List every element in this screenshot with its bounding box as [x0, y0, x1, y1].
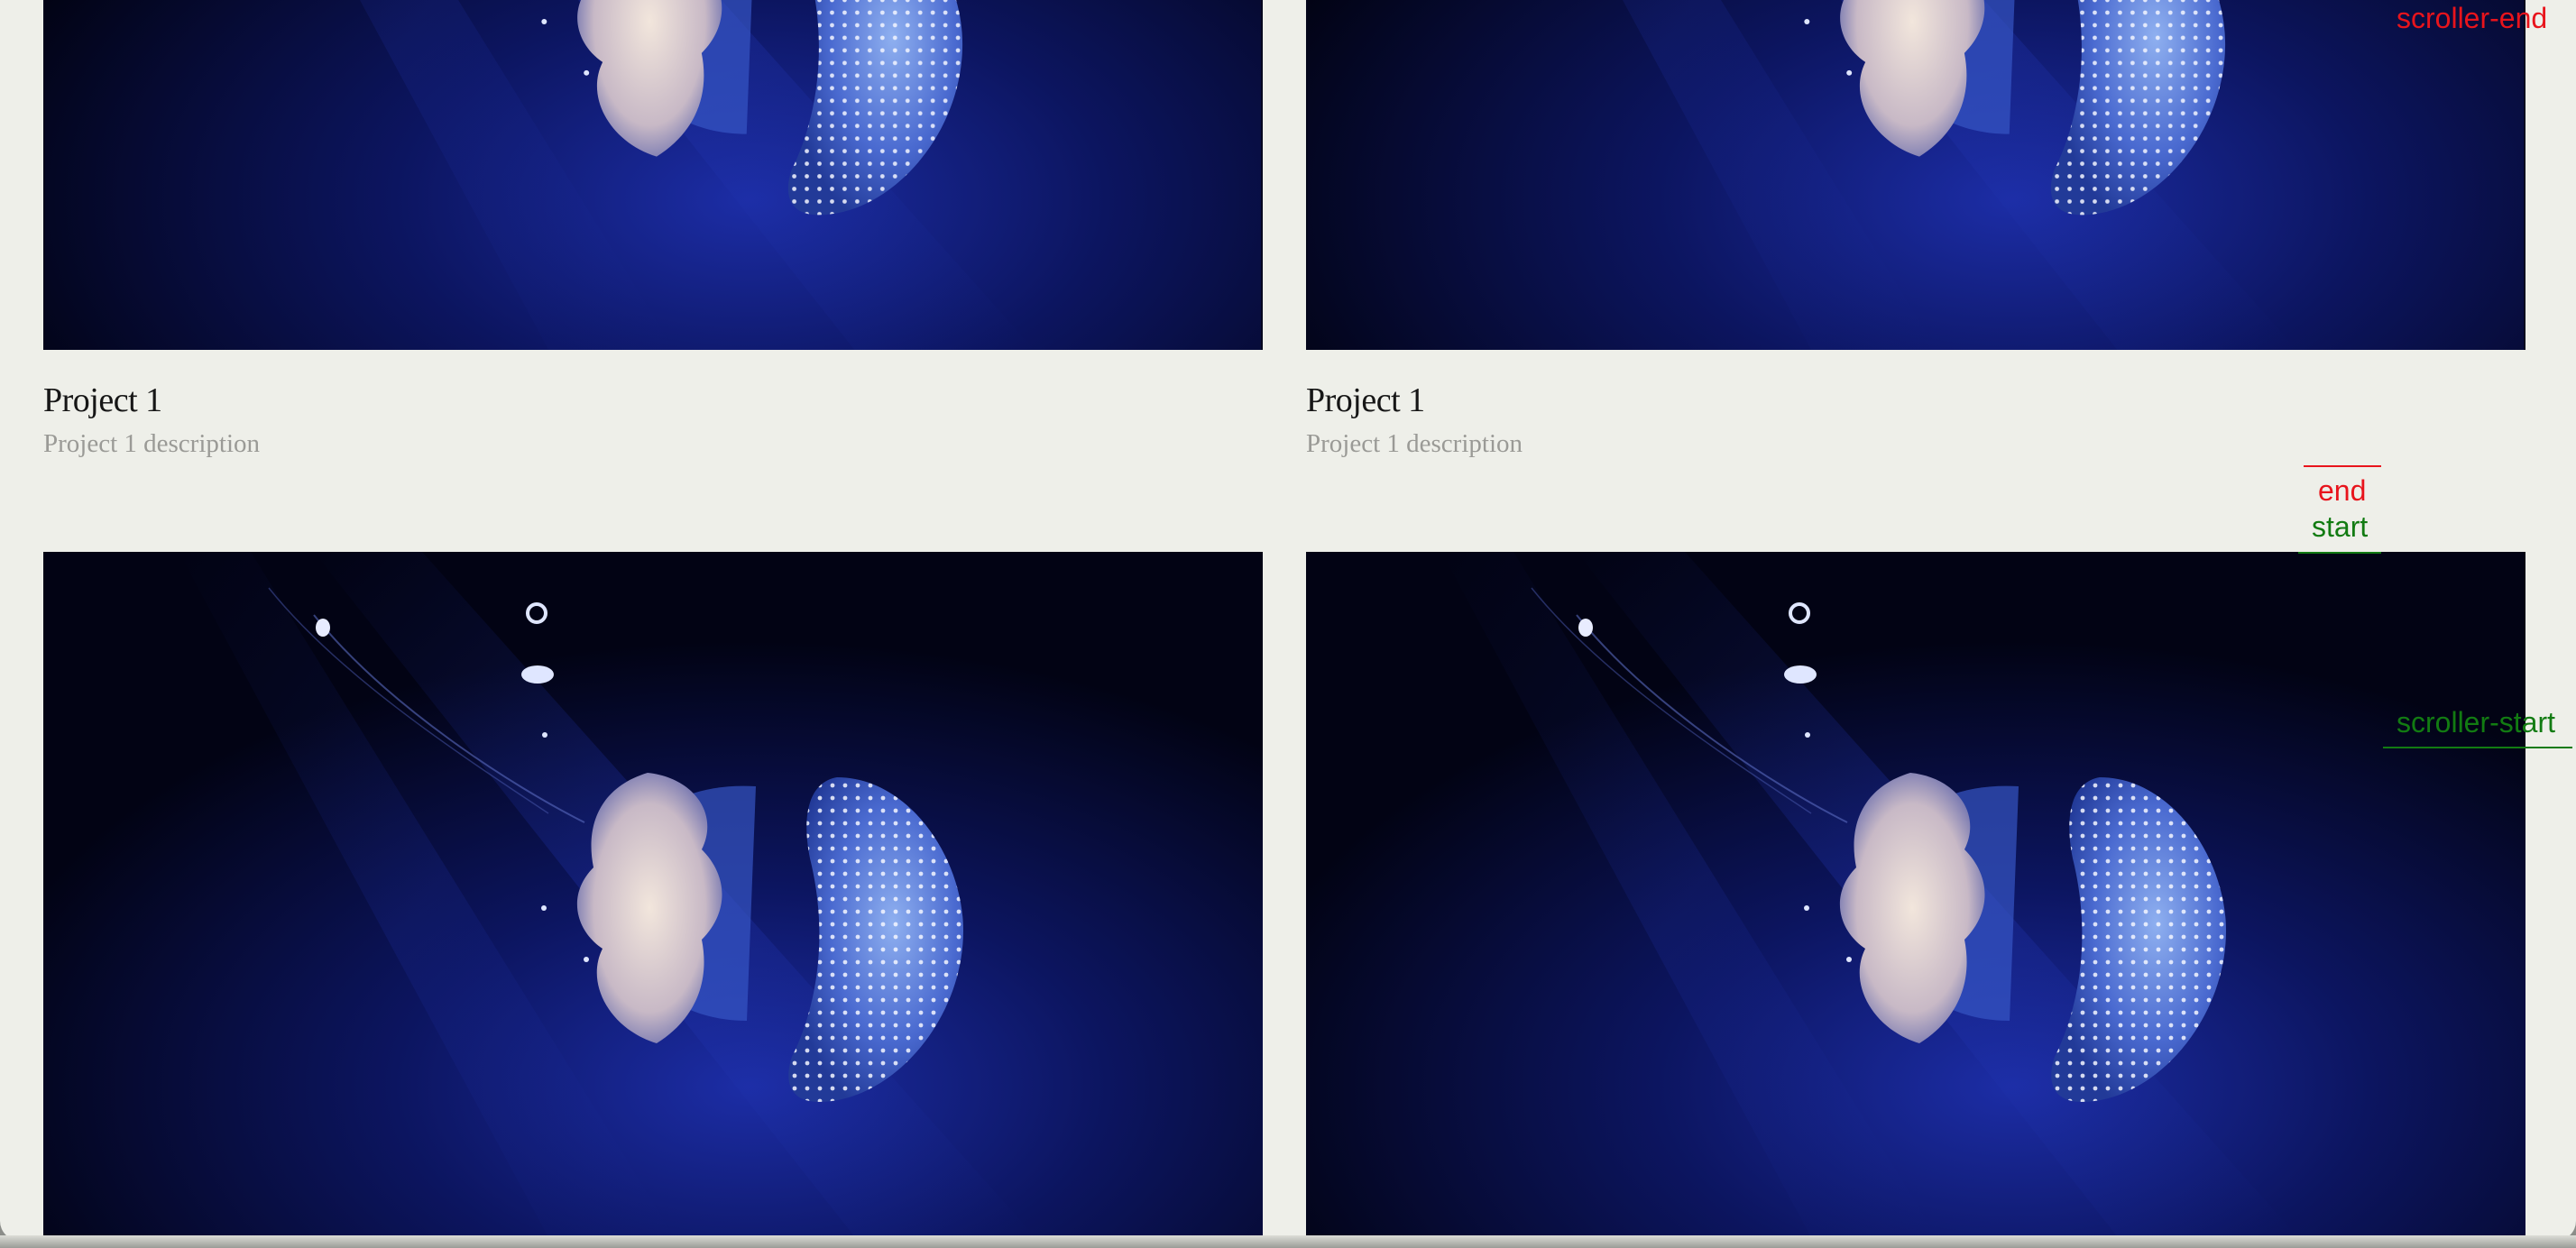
project-title[interactable]: Project 1 [1306, 381, 1425, 420]
jellyfish-image [1306, 0, 2525, 350]
project-description: Project 1 description [1306, 429, 1523, 458]
start-marker: start [2312, 510, 2369, 543]
project-card-image[interactable] [43, 0, 1263, 350]
jellyfish-image [43, 0, 1263, 350]
scroller-start-marker: scroller-start [2397, 706, 2556, 739]
projects-page: Project 1 Project 1 description Project … [0, 0, 2576, 1241]
end-marker: end [2318, 474, 2367, 507]
project-card-image[interactable] [43, 552, 1263, 1237]
scroller-end-marker: scroller-end [2397, 2, 2548, 34]
end-marker-line [2304, 465, 2381, 467]
start-marker-line [2298, 552, 2381, 554]
project-description: Project 1 description [43, 429, 261, 458]
scroller-start-marker-line [2383, 747, 2572, 748]
jellyfish-image [1306, 552, 2525, 1237]
window-bottom-edge [0, 1235, 2576, 1248]
project-card-image[interactable] [1306, 552, 2525, 1237]
jellyfish-image [43, 552, 1263, 1237]
project-title[interactable]: Project 1 [43, 381, 162, 420]
project-card-image[interactable] [1306, 0, 2525, 350]
